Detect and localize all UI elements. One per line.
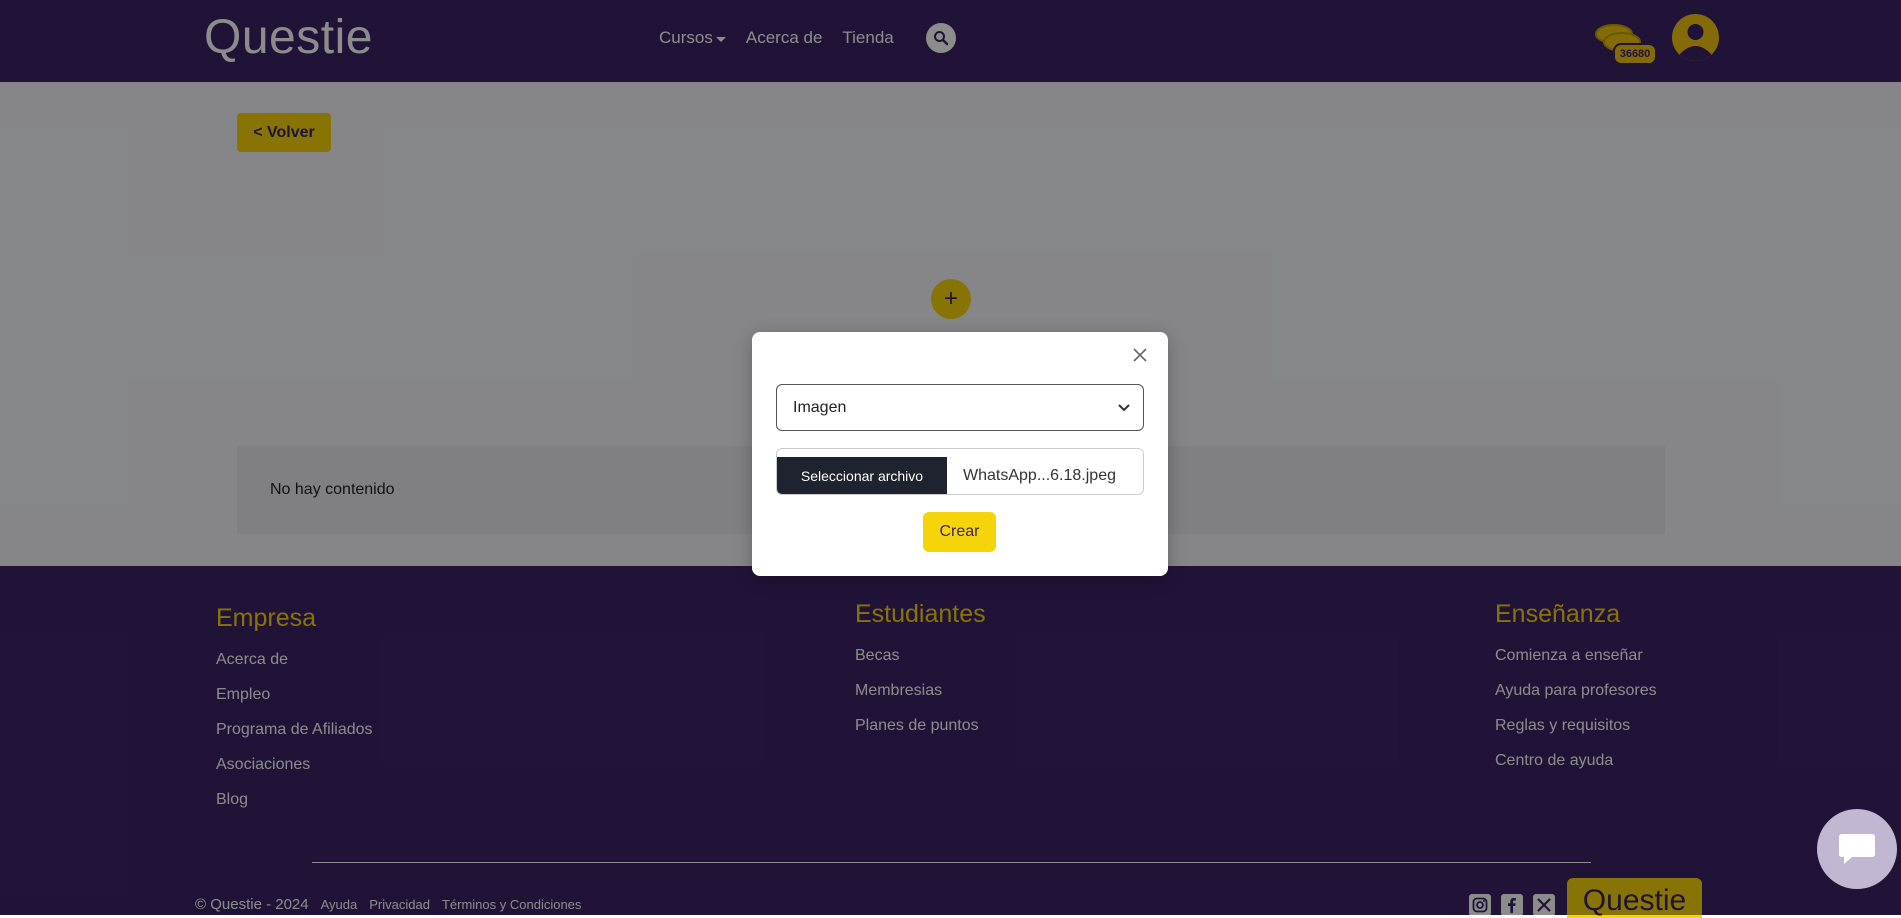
select-value: Imagen	[793, 398, 847, 416]
create-button[interactable]: Crear	[923, 512, 996, 552]
chevron-down-icon	[1118, 403, 1130, 411]
close-icon	[1133, 348, 1147, 362]
content-type-select[interactable]: Imagen	[776, 384, 1144, 431]
file-input[interactable]: Seleccionar archivo WhatsApp...6.18.jpeg	[776, 448, 1144, 495]
file-name-text: WhatsApp...6.18.jpeg	[963, 466, 1116, 484]
choose-file-button[interactable]: Seleccionar archivo	[777, 457, 947, 494]
chat-bubble-icon	[1839, 834, 1875, 864]
create-content-modal: Imagen Seleccionar archivo WhatsApp...6.…	[752, 332, 1168, 576]
chat-button[interactable]	[1817, 809, 1897, 889]
close-button[interactable]	[1131, 346, 1149, 364]
